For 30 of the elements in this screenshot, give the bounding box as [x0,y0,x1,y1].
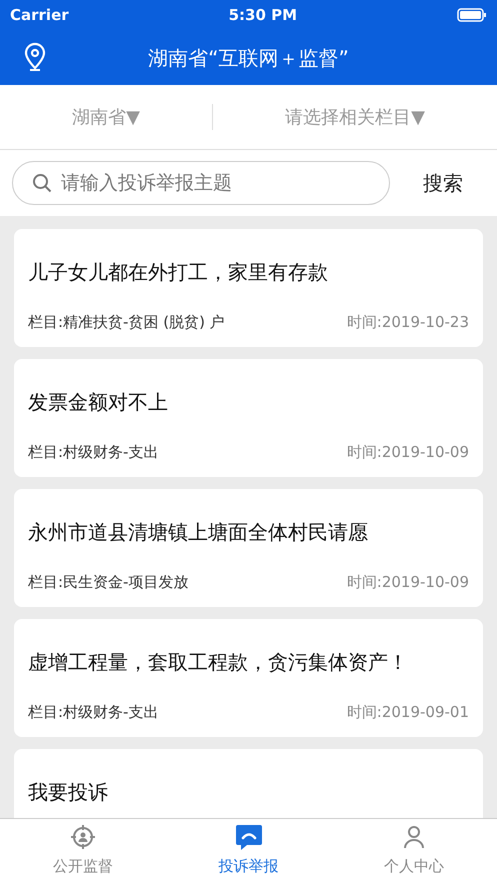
tab-bar-item[interactable]: 投诉举报 [166,819,332,883]
item-title: 永州市道县清塘镇上塘面全体村民请愿 [28,519,369,546]
search-button[interactable]: 搜索 [417,167,469,199]
item-date: 时间:2019-10-09 [346,442,469,463]
item-date: 时间:2019-09-01 [346,702,469,723]
search-field[interactable]: 请输入投诉举报主题 [12,161,390,205]
location-icon[interactable] [23,42,47,72]
item-title: 发票金额对不上 [28,389,169,416]
list-card[interactable]: 发票金额对不上 栏目:村级财务-支出 时间:2019-10-09 [14,359,483,477]
item-category: 栏目:村级财务-支出 [28,442,158,463]
list-card[interactable]: 儿子女儿都在外打工，家里有存款 栏目:精准扶贫-贫困 (脱贫) 户 时间:2019-10-23 [14,229,483,347]
item-category: 栏目:精准扶贫-贫困 (脱贫) 户 [28,312,225,333]
item-date: 时间:2019-10-23 [346,312,469,333]
item-date: 时间:2019-10-09 [346,572,469,593]
tab-bar-item[interactable]: 个人中心 [331,819,497,883]
list-card[interactable]: 我要投诉 [14,749,483,818]
battery-icon [457,8,487,22]
item-title: 儿子女儿都在外打工，家里有存款 [28,259,329,286]
header-title: 湖南省“互联网＋监督” [148,44,349,72]
target-icon [68,823,97,851]
clock-text: 5:30 PM [228,4,298,26]
tab-bar-item[interactable]: 公开监督 [0,819,166,883]
list-card[interactable]: 虚增工程量，套取工程款，贪污集体资产！ 栏目:村级财务-支出 时间:2019-09-01 [14,619,483,737]
chat-bubble-icon [234,823,262,851]
carrier-text: Carrier [10,4,69,26]
item-title: 虚增工程量，套取工程款，贪污集体资产！ [28,649,409,676]
item-category: 栏目:村级财务-支出 [28,702,158,723]
list-card[interactable]: 永州市道县清塘镇上塘面全体村民请愿 栏目:民生资金-项目发放 时间:2019-10-09 [14,489,483,607]
item-category: 栏目:民生资金-项目发放 [28,572,188,593]
item-title: 我要投诉 [28,779,109,806]
